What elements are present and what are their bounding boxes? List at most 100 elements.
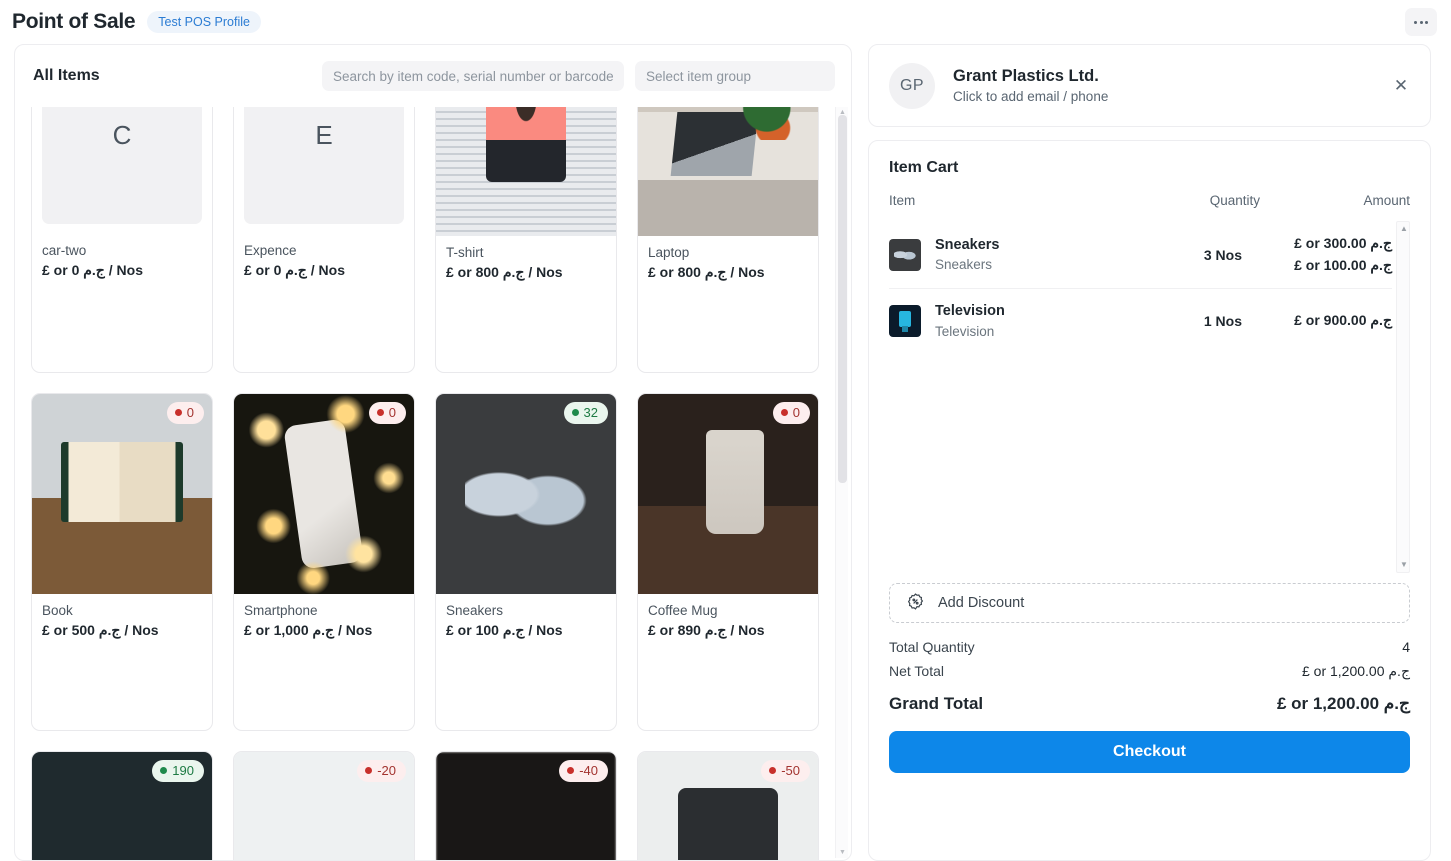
search-input[interactable] — [322, 61, 624, 91]
app-topbar: Point of Sale Test POS Profile — [0, 0, 1451, 44]
item-card[interactable]: 0 Smartphone £ or 1,000 ج.م / Nos — [233, 393, 415, 731]
item-card[interactable]: 0Ccar-two£ or 0 ج.م / Nos — [31, 107, 213, 373]
total-row: Total Quantity 4 — [889, 635, 1410, 659]
ellipsis-icon-dot — [1419, 20, 1423, 24]
cart-scroll-up-icon[interactable]: ▲ — [1400, 225, 1408, 233]
item-image — [638, 107, 818, 236]
stock-dot-icon — [376, 409, 384, 417]
ellipsis-icon-dot — [1414, 20, 1417, 24]
item-group-select[interactable] — [635, 61, 835, 91]
cart-item-name: Television — [935, 303, 1005, 320]
stock-count: 0 — [792, 405, 800, 420]
customer-name: Grant Plastics Ltd. — [953, 67, 1099, 85]
item-price: £ or 1,000 ج.م / Nos — [244, 622, 373, 638]
cart-body: Sneakers Sneakers 3 Nos £ or 300.00 ج.م £ or… — [889, 221, 1410, 573]
items-grid-scroll-thumb[interactable] — [838, 115, 847, 483]
total-label: Net Total — [889, 663, 944, 679]
stock-badge: -20 — [357, 760, 406, 782]
item-thumbnail — [436, 394, 616, 594]
item-price: £ or 800 ج.م / Nos — [648, 264, 765, 280]
item-image — [436, 394, 616, 594]
item-price: £ or 800 ج.م / Nos — [446, 264, 563, 280]
stock-count: -40 — [579, 763, 598, 778]
stock-dot-icon — [571, 409, 579, 417]
stock-dot-icon — [769, 767, 777, 775]
percent-badge-icon — [906, 592, 925, 615]
item-initial: E — [315, 119, 333, 150]
avatar: GP — [889, 62, 935, 109]
stock-badge: -40 — [559, 760, 608, 782]
items-panel: All Items 0 Ccar-two £ or 0 ج.م / Nos 0 E Exp… — [14, 44, 852, 861]
stock-dot-icon — [365, 767, 373, 775]
cart-item-quantity[interactable]: 3 Nos — [1138, 247, 1242, 263]
ellipsis-icon-dot — [1425, 20, 1428, 24]
item-price: £ or 500 ج.م / Nos — [42, 622, 159, 638]
items-heading: All Items — [33, 67, 100, 84]
item-name: Sneakers — [446, 603, 504, 618]
item-card[interactable]: 32 Sneakers £ or 100 ج.م / Nos — [435, 393, 617, 731]
item-name: Smartphone — [244, 603, 318, 618]
cart-rows: Sneakers Sneakers 3 Nos £ or 300.00 ج.م £ or… — [889, 221, 1410, 353]
item-thumbnail-placeholder: C — [42, 107, 202, 224]
total-value: £ or 1,200.00 ج.م — [1301, 663, 1410, 679]
item-image — [32, 394, 212, 594]
cart-item-thumbnail — [889, 305, 921, 338]
item-card[interactable]: 190 — [31, 751, 213, 860]
cart-column-headers: Item Quantity Amount — [889, 193, 1410, 221]
column-header-quantity: Quantity — [1209, 193, 1260, 208]
item-initial: C — [112, 119, 132, 150]
stock-dot-icon — [567, 767, 575, 775]
stock-count: -50 — [781, 763, 800, 778]
cart-scrollbar[interactable]: ▲ ▼ — [1396, 221, 1410, 573]
checkout-button[interactable]: Checkout — [889, 731, 1410, 773]
item-info: Book £ or 500 ج.م / Nos — [32, 594, 212, 639]
item-name: T-shirt — [446, 245, 484, 260]
stock-count: 0 — [388, 405, 396, 420]
page-title: Point of Sale — [12, 10, 136, 33]
customer-text: Grant Plastics Ltd. Click to add email /… — [953, 67, 1390, 104]
item-card[interactable]: -15Laptop£ or 800 ج.م / Nos — [637, 107, 819, 373]
add-discount-button[interactable]: Add Discount — [889, 583, 1410, 623]
customer-card[interactable]: GP Grant Plastics Ltd. Click to add emai… — [868, 44, 1431, 127]
scroll-down-icon[interactable]: ▼ — [838, 848, 847, 857]
item-card[interactable]: -50 — [637, 751, 819, 860]
item-card[interactable]: -25T-shirt£ or 800 ج.م / Nos — [435, 107, 617, 373]
item-info: T-shirt £ or 800 ج.م / Nos — [436, 236, 616, 281]
totals-section: Total Quantity 4 Net Total £ or 1,200.00 ج.… — [889, 635, 1410, 718]
cart-item-thumbnail — [889, 238, 921, 271]
item-cart-card: Item Cart Item Quantity Amount Sneakers S… — [868, 140, 1431, 861]
cart-scroll-down-icon[interactable]: ▼ — [1400, 561, 1408, 569]
cart-item-name: Sneakers — [935, 236, 1000, 253]
item-info: Expence £ or 0 ج.م / Nos — [234, 234, 414, 279]
pos-profile-badge[interactable]: Test POS Profile — [147, 10, 261, 34]
item-card[interactable]: -20 — [233, 751, 415, 860]
item-info: Coffee Mug £ or 890 ج.م / Nos — [638, 594, 818, 639]
item-image — [234, 394, 414, 594]
cart-item-quantity[interactable]: 1 Nos — [1138, 313, 1242, 329]
item-name: Coffee Mug — [648, 603, 718, 618]
grand-total-value: £ or 1,200.00 ج.م — [1276, 694, 1410, 713]
close-icon[interactable]: ✕ — [1390, 75, 1412, 97]
item-card[interactable]: -40 — [435, 751, 617, 860]
items-grid-scrollbar[interactable]: ▲ ▼ — [835, 107, 848, 858]
item-info: car-two £ or 0 ج.م / Nos — [32, 234, 212, 279]
stock-dot-icon — [780, 409, 788, 417]
stock-count: 32 — [583, 405, 598, 420]
item-name: Book — [42, 603, 73, 618]
items-scroll-region[interactable]: 0 Ccar-two £ or 0 ج.م / Nos 0 E Expence £ or 0… — [15, 107, 851, 860]
customer-contact-hint[interactable]: Click to add email / phone — [953, 89, 1390, 104]
item-card[interactable]: 0EExpence£ or 0 ج.م / Nos — [233, 107, 415, 373]
cart-item-texts: Sneakers Sneakers — [935, 235, 1138, 275]
ellipsis-menu-button[interactable] — [1405, 8, 1437, 36]
total-row: Net Total £ or 1,200.00 ج.م — [889, 659, 1410, 684]
stock-count: 0 — [186, 405, 194, 420]
item-card[interactable]: 0 Book £ or 500 ج.م / Nos — [31, 393, 213, 731]
item-card[interactable]: 0 Coffee Mug £ or 890 ج.م / Nos — [637, 393, 819, 731]
cart-row[interactable]: Television Television 1 Nos £ or 900.00 ج.م — [889, 289, 1392, 353]
cart-row[interactable]: Sneakers Sneakers 3 Nos £ or 300.00 ج.م £ or… — [889, 221, 1392, 290]
cart-item-description: Sneakers — [935, 257, 993, 273]
items-panel-header: All Items — [15, 45, 851, 107]
item-name: Laptop — [648, 245, 690, 260]
item-price: £ or 0 ج.م / Nos — [42, 262, 143, 278]
stock-dot-icon — [160, 767, 168, 775]
